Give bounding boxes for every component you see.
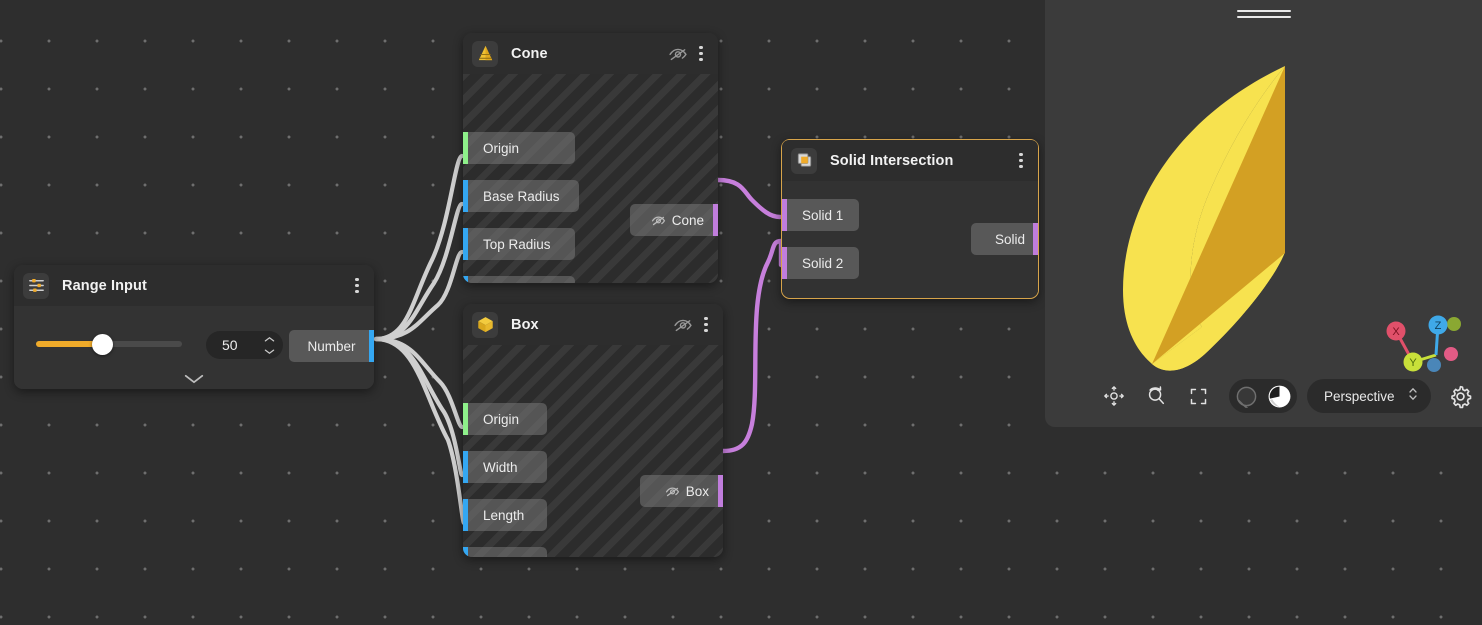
port-label: Cone <box>672 213 704 228</box>
port-in-height[interactable]: Height <box>463 547 547 557</box>
node-cone[interactable]: Cone Origin Base Radius Top Radius Lengt… <box>463 33 718 283</box>
port-label: Origin <box>483 141 519 156</box>
eye-off-icon[interactable] <box>673 315 693 335</box>
port-in-length[interactable]: Length <box>463 499 547 531</box>
viewport-panel[interactable]: X Y Z <box>1045 0 1482 427</box>
node-range-input-body: 50 Number <box>14 306 374 389</box>
port-label: Height <box>483 556 522 558</box>
port-in-length[interactable]: Length <box>463 276 575 283</box>
node-range-input-header[interactable]: Range Input <box>14 265 374 306</box>
gizmo-axis-z-label: Z <box>1435 320 1442 332</box>
shading-mode-toggle <box>1229 379 1297 413</box>
node-box-body: Origin Width Length Height Box <box>463 345 723 557</box>
port-label: Box <box>686 484 709 499</box>
gizmo-axis-x-label: X <box>1392 326 1400 338</box>
gizmo-axis-y-label: Y <box>1409 357 1417 369</box>
port-out-cone[interactable]: Cone <box>630 204 718 236</box>
axis-gizmo[interactable]: X Y Z <box>1366 305 1462 385</box>
projection-label: Perspective <box>1324 389 1395 404</box>
node-solid-intersection-header[interactable]: Solid Intersection <box>782 140 1038 181</box>
port-in-base-radius[interactable]: Base Radius <box>463 180 579 212</box>
cone-icon <box>472 41 498 67</box>
fit-frame-icon[interactable] <box>1177 377 1219 415</box>
pan-orbit-icon[interactable] <box>1093 377 1135 415</box>
port-in-origin[interactable]: Origin <box>463 132 575 164</box>
node-editor-app: Cone Origin Base Radius Top Radius Lengt… <box>0 0 1482 625</box>
port-label: Length <box>483 508 524 523</box>
sliders-icon <box>23 273 49 299</box>
node-solid-intersection-body: Solid 1 Solid 2 Solid <box>782 181 1038 297</box>
kebab-menu-icon[interactable] <box>697 314 715 336</box>
node-box[interactable]: Box Origin Width Length Height <box>463 304 723 557</box>
port-label: Number <box>307 339 355 354</box>
node-solid-intersection[interactable]: Solid Intersection Solid 1 Solid 2 Solid <box>781 139 1039 299</box>
port-label: Origin <box>483 412 519 427</box>
port-label: Top Radius <box>483 237 551 252</box>
port-in-width[interactable]: Width <box>463 451 547 483</box>
node-cone-title: Cone <box>511 46 548 62</box>
node-cone-header[interactable]: Cone <box>463 33 718 74</box>
node-solid-intersection-title: Solid Intersection <box>830 153 953 169</box>
range-slider[interactable] <box>36 333 182 355</box>
port-in-solid-2[interactable]: Solid 2 <box>782 247 859 279</box>
number-input[interactable]: 50 <box>206 331 283 359</box>
port-in-top-radius[interactable]: Top Radius <box>463 228 575 260</box>
projection-dropdown[interactable]: Perspective <box>1307 379 1431 413</box>
eye-off-icon[interactable] <box>668 44 688 64</box>
kebab-menu-icon[interactable] <box>692 43 710 65</box>
chevron-updown-icon <box>1408 386 1418 407</box>
box-icon <box>472 312 498 338</box>
port-label: Solid <box>995 232 1025 247</box>
port-label: Base Radius <box>483 189 560 204</box>
port-in-solid-1[interactable]: Solid 1 <box>782 199 859 231</box>
node-range-input-title: Range Input <box>62 278 147 294</box>
gear-icon[interactable] <box>1445 380 1477 412</box>
port-out-box[interactable]: Box <box>640 475 723 507</box>
chevron-down-icon <box>183 373 205 385</box>
port-in-origin[interactable]: Origin <box>463 403 547 435</box>
number-stepper[interactable] <box>262 333 276 357</box>
slider-knob[interactable] <box>92 334 113 355</box>
eye-off-icon <box>651 213 666 228</box>
chevron-down-icon <box>264 348 275 355</box>
viewport-toolbar: Perspective <box>1093 377 1477 415</box>
port-label: Solid 1 <box>802 208 843 223</box>
port-label: Solid 2 <box>802 256 843 271</box>
solid-shading-icon[interactable] <box>1266 383 1293 410</box>
node-range-input[interactable]: Range Input 50 Number <box>14 265 374 389</box>
number-input-value: 50 <box>206 337 238 353</box>
kebab-menu-icon[interactable] <box>348 275 366 297</box>
intersection-icon <box>791 148 817 174</box>
port-out-solid[interactable]: Solid <box>971 223 1038 255</box>
port-out-number[interactable]: Number <box>289 330 374 362</box>
eye-off-icon <box>665 484 680 499</box>
kebab-menu-icon[interactable] <box>1012 150 1030 172</box>
node-box-title: Box <box>511 317 539 333</box>
wireframe-shading-icon[interactable] <box>1233 383 1260 410</box>
port-label: Width <box>483 460 518 475</box>
chevron-up-icon <box>264 336 275 343</box>
node-box-header[interactable]: Box <box>463 304 723 345</box>
zoom-refresh-icon[interactable] <box>1135 377 1177 415</box>
node-expander-button[interactable] <box>14 373 374 385</box>
node-cone-body: Origin Base Radius Top Radius Length Con… <box>463 74 718 283</box>
